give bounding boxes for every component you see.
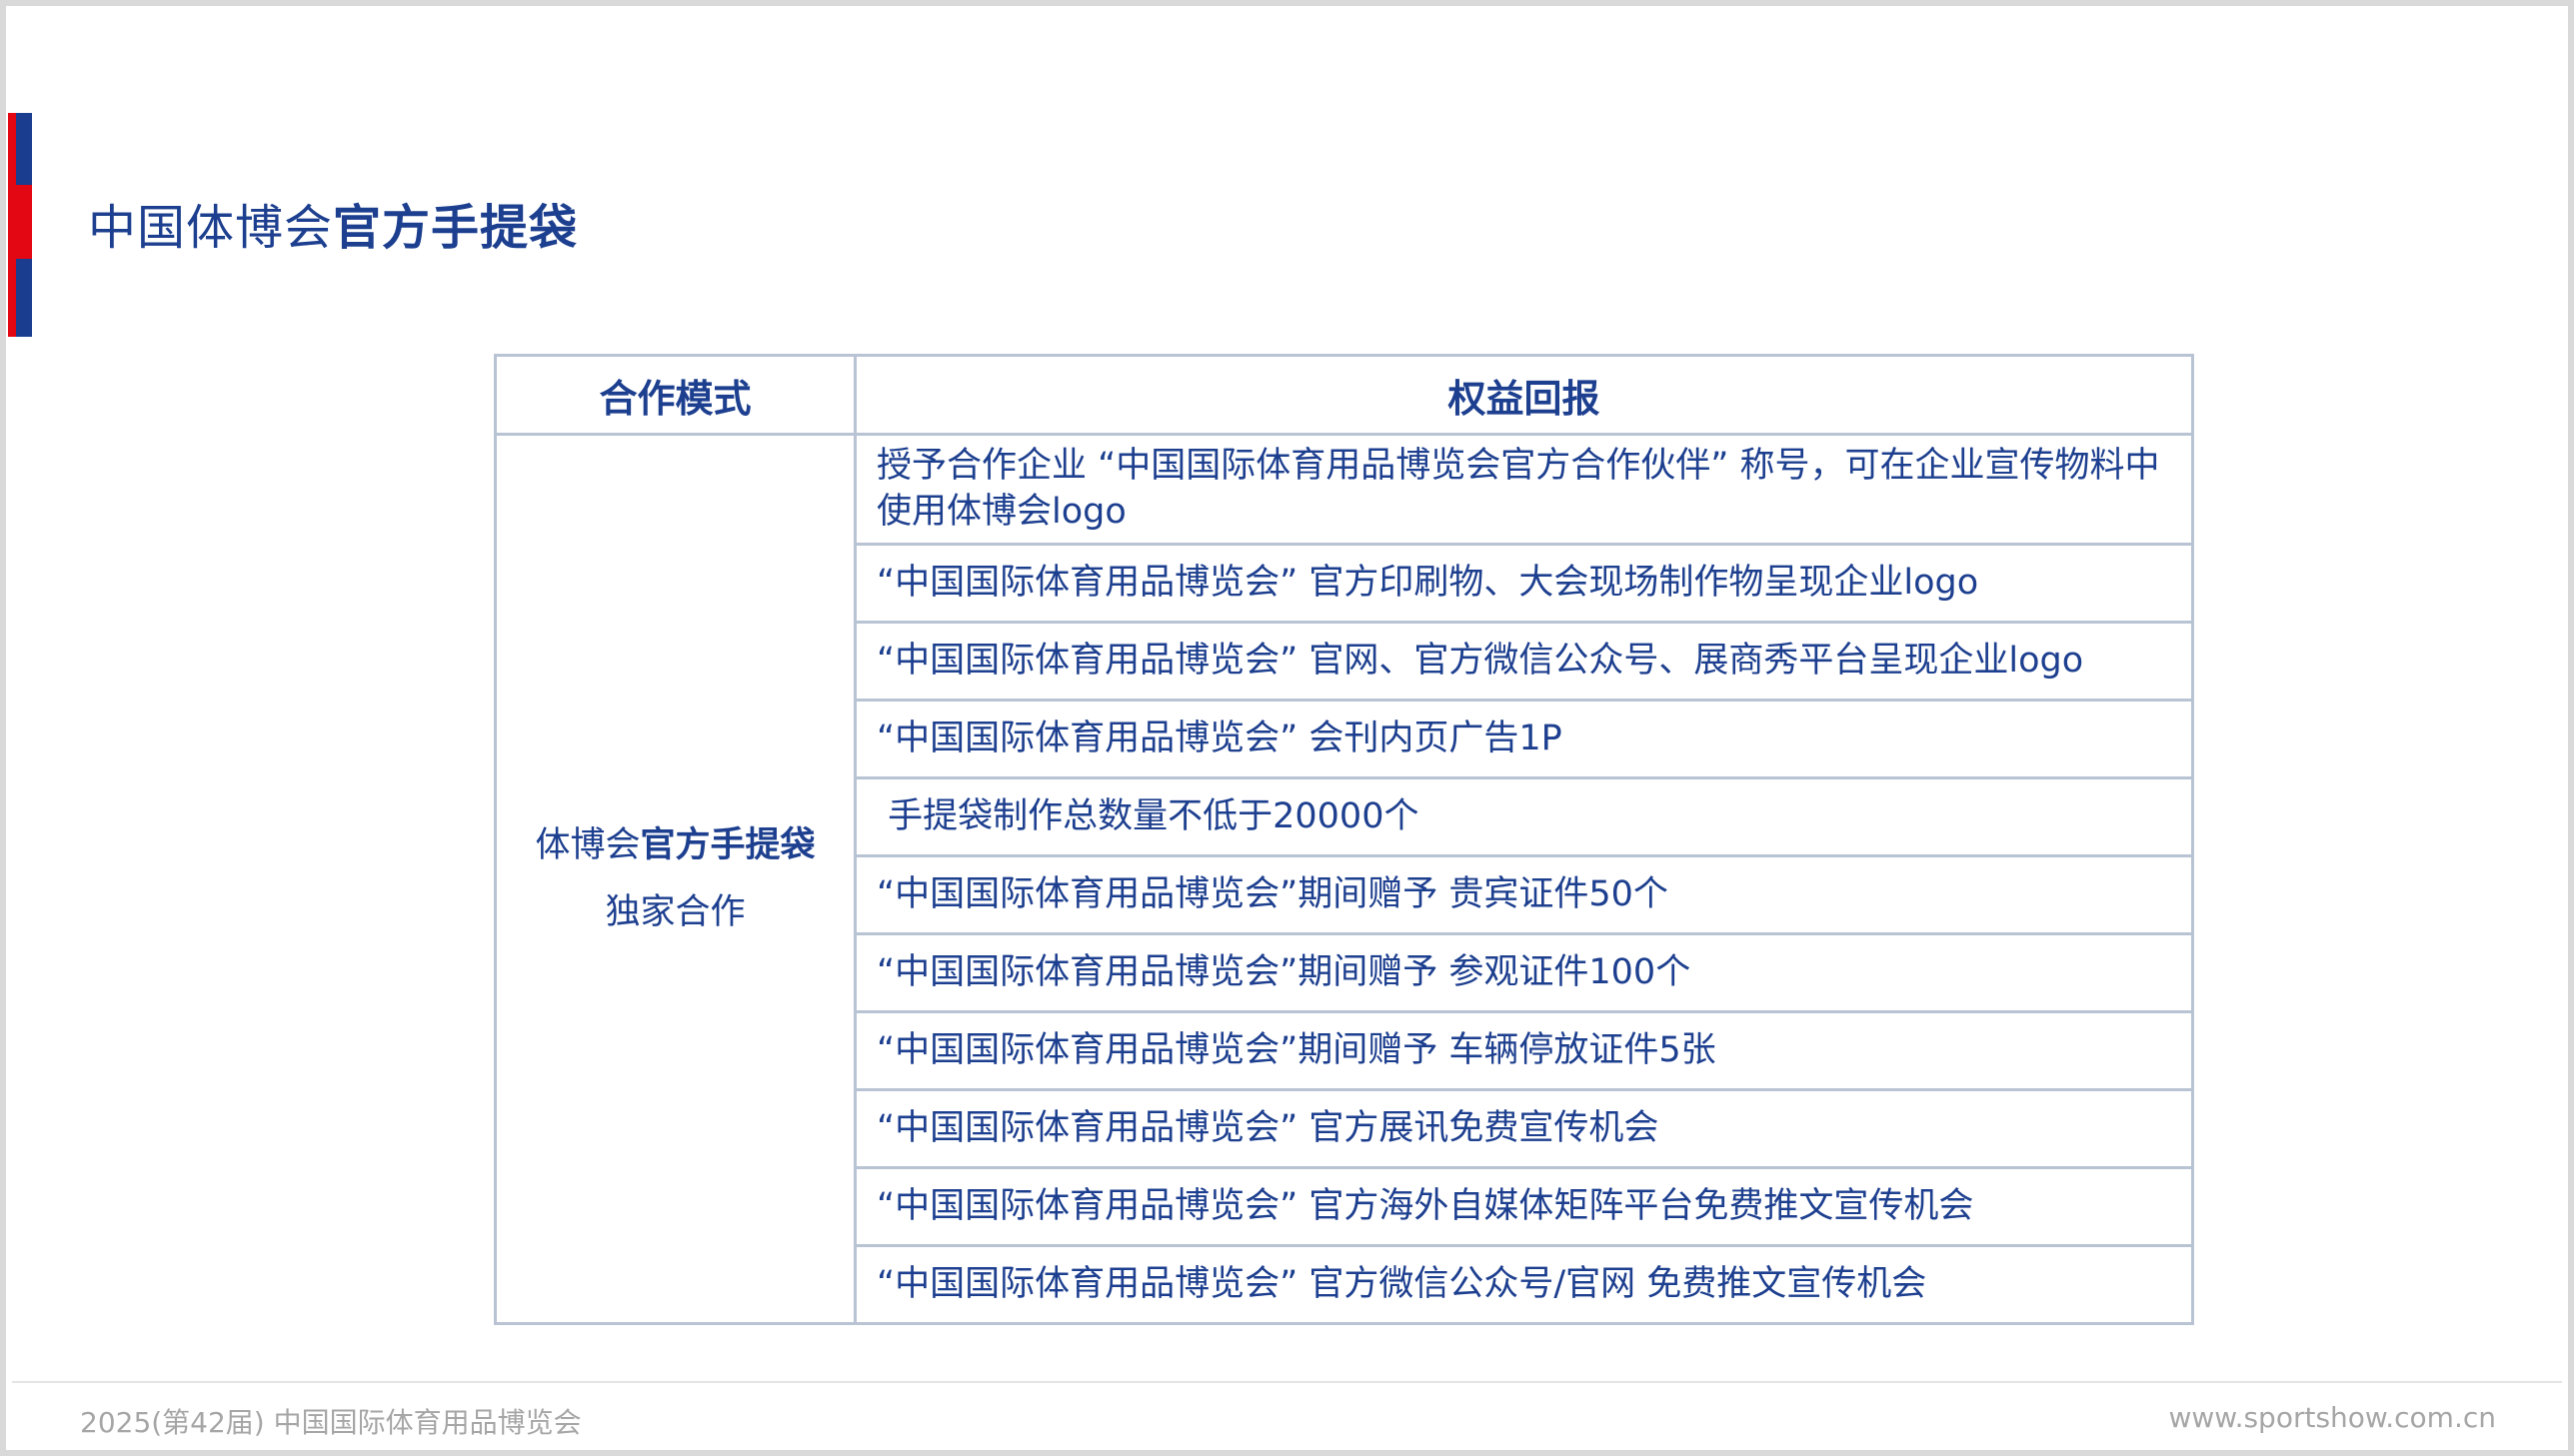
- benefit-cell: “中国国际体育用品博览会”期间赠予 参观证件100个: [854, 932, 2194, 1013]
- page-title-bold: 官方手提袋: [333, 200, 579, 256]
- benefit-cell: “中国国际体育用品博览会”期间赠予 车辆停放证件5张: [854, 1010, 2194, 1091]
- benefit-cell: “中国国际体育用品博览会” 官方展讯免费宣传机会: [854, 1088, 2194, 1169]
- page-title-regular: 中国体博会: [88, 200, 334, 256]
- mode-line-1-bold: 官方手提袋: [640, 825, 816, 865]
- benefit-cell: 手提袋制作总数量不低于20000个: [854, 776, 2194, 857]
- header-cooperation-mode: 合作模式: [494, 354, 857, 436]
- header-benefits: 权益回报: [854, 354, 2194, 436]
- table-row: 体博会官方手提袋 独家合作 授予合作企业 “中国国际体育用品博览会官方合作伙伴”…: [494, 433, 2194, 1325]
- benefit-cell: “中国国际体育用品博览会” 官方微信公众号/官网 免费推文宣传机会: [854, 1244, 2194, 1325]
- footer-divider: [12, 1381, 2562, 1383]
- benefit-cell: “中国国际体育用品博览会” 会刊内页广告1P: [854, 699, 2194, 779]
- mode-line-1: 体博会官方手提袋: [497, 812, 854, 879]
- benefits-table-wrapper: 合作模式 权益回报 体博会官方手提袋 独家合作 授予合作企业 “中国国际体育用品…: [494, 354, 2194, 1325]
- cooperation-mode-cell: 体博会官方手提袋 独家合作: [494, 433, 857, 1325]
- benefit-cell: 授予合作企业 “中国国际体育用品博览会官方合作伙伴” 称号，可在企业宣传物料中使…: [854, 433, 2194, 546]
- footer-expo-name: 2025(第42届) 中国国际体育用品博览会: [80, 1406, 582, 1439]
- page-title: 中国体博会官方手提袋: [88, 188, 578, 258]
- mode-line-2: 独家合作: [605, 891, 746, 932]
- accent-block-red: [16, 185, 32, 259]
- mode-line-1-regular: 体博会: [535, 825, 641, 865]
- benefit-cell: “中国国际体育用品博览会” 官方印刷物、大会现场制作物呈现企业logo: [854, 543, 2194, 624]
- benefit-cell: “中国国际体育用品博览会” 官方海外自媒体矩阵平台免费推文宣传机会: [854, 1166, 2194, 1247]
- footer-website-link[interactable]: www.sportshow.com.cn: [2168, 1401, 2496, 1434]
- table-header-row: 合作模式 权益回报: [494, 354, 2194, 436]
- benefit-cell: “中国国际体育用品博览会”期间赠予 贵宾证件50个: [854, 854, 2194, 935]
- benefits-table: 合作模式 权益回报 体博会官方手提袋 独家合作 授予合作企业 “中国国际体育用品…: [494, 354, 2194, 1325]
- accent-stripe-red: [8, 113, 16, 337]
- benefit-cell: “中国国际体育用品博览会” 官网、官方微信公众号、展商秀平台呈现企业logo: [854, 621, 2194, 702]
- accent-bar: [8, 113, 32, 337]
- slide-page: 中国体博会官方手提袋 合作模式 权益回报 体博会官方手提袋 独家合作 授予合作企…: [0, 0, 2574, 1456]
